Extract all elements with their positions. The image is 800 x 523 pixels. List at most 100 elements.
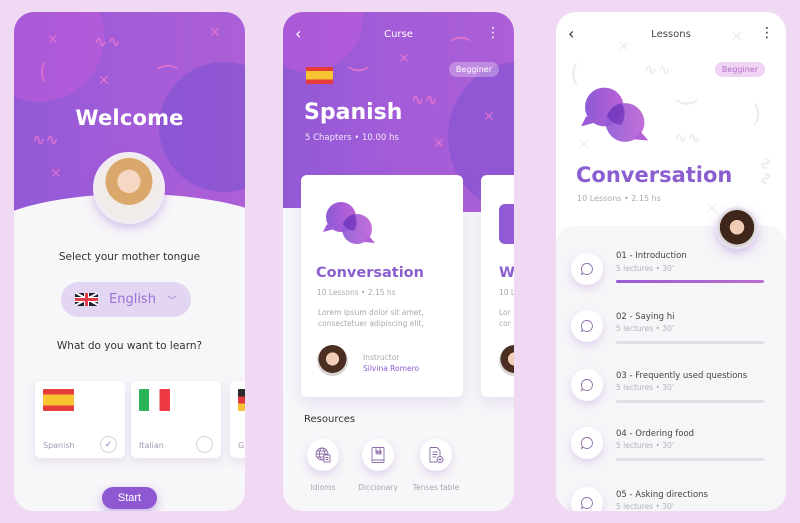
language-card-italian[interactable]: Italian bbox=[131, 381, 221, 458]
chapter-meta: 10 L bbox=[499, 288, 514, 297]
course-screen: ✕ ✕ ✕ ∿∿ ( ( ‹ Curse ⋮ Begginer Spanish … bbox=[283, 12, 514, 511]
tenses-table-button[interactable] bbox=[420, 439, 452, 471]
lesson-progress-bar bbox=[616, 280, 764, 283]
idioms-button[interactable] bbox=[307, 439, 339, 471]
decor-wave: ∿∿ bbox=[674, 128, 701, 147]
welcome-title: Welcome bbox=[75, 106, 184, 130]
language-name: G bbox=[238, 441, 245, 450]
decor-wave: ∿∿ bbox=[755, 155, 777, 187]
decor-wave: ∿∿ bbox=[94, 32, 121, 51]
lesson-chat-icon-button[interactable] bbox=[571, 427, 603, 459]
course-title: Spanish bbox=[304, 100, 403, 125]
decor-arc: ( bbox=[570, 60, 580, 88]
chapter-description: Lor cor bbox=[499, 308, 511, 328]
course-meta: 5 Chapters • 10.00 hs bbox=[305, 133, 399, 143]
mother-tongue-select[interactable]: English ﹀ bbox=[61, 282, 191, 317]
chat-bubble-icon bbox=[580, 320, 593, 333]
lesson-meta: 5 lectures • 30' bbox=[616, 441, 674, 450]
language-radio-checked[interactable]: ✓ bbox=[100, 436, 117, 453]
more-menu-button[interactable]: ⋮ bbox=[486, 26, 500, 40]
decor-arc: ( bbox=[39, 60, 48, 85]
decor-x: ✕ bbox=[398, 51, 410, 67]
lesson-meta: 5 lectures • 30' bbox=[616, 502, 674, 511]
mother-tongue-value: English bbox=[109, 292, 156, 307]
learn-label: What do you want to learn? bbox=[56, 340, 203, 352]
chat-bubble-icon bbox=[580, 263, 593, 276]
chat-bubble-icon bbox=[580, 379, 593, 392]
decor-arc: ) bbox=[752, 100, 762, 128]
globe-document-icon bbox=[315, 447, 331, 463]
chapter-title: W bbox=[499, 265, 514, 281]
level-badge: Begginer bbox=[714, 62, 765, 77]
decor-x: ✕ bbox=[706, 201, 718, 217]
lesson-meta: 5 lectures • 30' bbox=[616, 324, 674, 333]
chapter-icon bbox=[499, 204, 514, 244]
topbar-title: Lessons bbox=[651, 29, 691, 40]
decor-x: ✕ bbox=[47, 32, 59, 48]
lesson-progress-bar bbox=[616, 400, 764, 403]
lesson-progress-bar bbox=[616, 458, 764, 461]
chapter-title: Conversation bbox=[316, 265, 424, 281]
decor-arc: ( bbox=[154, 62, 180, 72]
book-icon bbox=[371, 447, 385, 463]
lesson-chat-icon-button[interactable] bbox=[571, 310, 603, 342]
document-add-icon bbox=[429, 447, 444, 463]
chevron-down-icon: ﹀ bbox=[167, 296, 177, 307]
decor-blob bbox=[14, 12, 104, 102]
lesson-title: 02 - Saying hi bbox=[616, 312, 675, 322]
more-menu-button[interactable]: ⋮ bbox=[760, 26, 774, 40]
chat-bubble-icon bbox=[580, 437, 593, 450]
lesson-title: 01 - Introduction bbox=[616, 251, 687, 261]
lesson-group-title: Conversation bbox=[576, 163, 733, 187]
language-name: Italian bbox=[139, 441, 164, 450]
decor-x: ✕ bbox=[433, 136, 445, 152]
lesson-chat-icon-button[interactable] bbox=[571, 487, 603, 511]
user-avatar bbox=[93, 152, 165, 224]
tenses-table-label: Tenses table bbox=[412, 483, 460, 492]
decor-x: ✕ bbox=[483, 109, 495, 125]
lesson-title: 03 - Frequently used questions bbox=[616, 371, 748, 381]
instructor-avatar bbox=[716, 207, 758, 249]
start-button[interactable]: Start bbox=[102, 487, 157, 509]
chat-bubbles-icon bbox=[581, 87, 649, 142]
lesson-title: 05 - Asking directions bbox=[616, 490, 708, 500]
decor-x: ✕ bbox=[98, 73, 110, 89]
chapter-meta: 10 Lessons • 2.15 hs bbox=[317, 288, 396, 297]
chapter-card-conversation[interactable]: Conversation 10 Lessons • 2.15 hs Lorem … bbox=[301, 175, 463, 397]
decor-x: ✕ bbox=[50, 166, 62, 182]
resources-title: Resources bbox=[304, 414, 356, 425]
decor-wave: ∿∿ bbox=[32, 130, 59, 149]
lesson-progress-bar bbox=[616, 341, 764, 344]
lesson-progress-fill bbox=[616, 280, 764, 283]
lesson-group-meta: 10 Lessons • 2.15 hs bbox=[577, 194, 661, 203]
welcome-screen: ✕ ✕ ✕ ✕ ∿∿ ∿∿ ( ( Welcome Select your mo… bbox=[14, 12, 245, 511]
decor-wave: ∿∿ bbox=[644, 60, 671, 79]
level-badge: Begginer bbox=[448, 62, 499, 77]
spain-flag-icon bbox=[306, 67, 333, 84]
lesson-meta: 5 lectures • 30' bbox=[616, 264, 674, 273]
language-radio[interactable] bbox=[196, 436, 213, 453]
germany-flag-icon bbox=[238, 389, 245, 411]
language-card-german[interactable]: G bbox=[230, 381, 245, 458]
chapter-card-next[interactable]: W 10 L Lor cor bbox=[481, 175, 514, 397]
spain-flag-icon bbox=[43, 389, 74, 411]
language-card-spanish[interactable]: Spanish ✓ bbox=[35, 381, 125, 458]
mother-tongue-label: Select your mother tongue bbox=[58, 251, 201, 263]
instructor-name[interactable]: Silvina Romero bbox=[363, 364, 419, 373]
chat-bubble-icon bbox=[580, 497, 593, 510]
lesson-chat-icon-button[interactable] bbox=[571, 253, 603, 285]
decor-arc: ( bbox=[346, 64, 372, 74]
diccionary-button[interactable] bbox=[362, 439, 394, 471]
chat-bubbles-icon bbox=[323, 202, 375, 244]
chapter-description: Lorem ipsum dolor sit amet, consectetuer… bbox=[318, 308, 424, 328]
decor-wave: ∿∿ bbox=[411, 90, 438, 109]
instructor-avatar bbox=[499, 345, 514, 376]
language-name: Spanish bbox=[43, 441, 75, 450]
lesson-chat-icon-button[interactable] bbox=[571, 369, 603, 401]
decor-x: ✕ bbox=[209, 25, 221, 41]
italy-flag-icon bbox=[139, 389, 170, 411]
uk-flag-icon bbox=[75, 293, 98, 306]
decor-arc: ( bbox=[672, 97, 701, 107]
lesson-title: 04 - Ordering food bbox=[616, 429, 695, 439]
lesson-meta: 5 lectures • 30' bbox=[616, 383, 674, 392]
